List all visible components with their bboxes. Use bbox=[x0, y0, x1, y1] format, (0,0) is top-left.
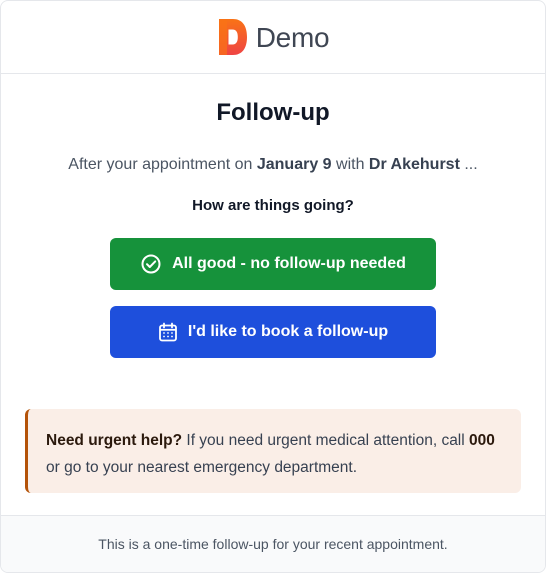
urgent-help-heading: Need urgent help? bbox=[46, 432, 183, 449]
follow-up-content: Follow-up After your appointment on Janu… bbox=[1, 98, 545, 358]
appointment-middle: with bbox=[331, 156, 369, 173]
urgent-help-text-before: If you need urgent medical attention, ca… bbox=[182, 432, 470, 449]
doctor-name: Dr Akehurst bbox=[368, 156, 460, 173]
appointment-date: January 9 bbox=[256, 156, 332, 173]
book-follow-up-button[interactable]: I'd like to book a follow-up bbox=[110, 306, 436, 358]
appointment-prefix: After your appointment on bbox=[68, 156, 257, 173]
demo-logo-icon bbox=[218, 19, 247, 55]
urgent-help-alert: Need urgent help? If you need urgent med… bbox=[25, 409, 521, 493]
check-circle-icon bbox=[141, 254, 161, 274]
page-title: Follow-up bbox=[216, 99, 330, 126]
all-good-button[interactable]: All good - no follow-up needed bbox=[110, 238, 436, 290]
appointment-summary: After your appointment on January 9 with… bbox=[25, 154, 521, 176]
app-header: Demo bbox=[1, 1, 545, 74]
status-question: How are things going? bbox=[192, 197, 354, 214]
follow-up-card: Demo Follow-up After your appointment on… bbox=[0, 0, 546, 573]
appointment-suffix: ... bbox=[459, 156, 478, 173]
emergency-number: 000 bbox=[469, 432, 495, 449]
calendar-icon bbox=[158, 322, 177, 341]
all-good-button-label: All good - no follow-up needed bbox=[172, 255, 406, 272]
footer-note: This is a one-time follow-up for your re… bbox=[1, 515, 545, 572]
urgent-help-text-after: or go to your nearest emergency departme… bbox=[46, 459, 358, 476]
book-follow-up-button-label: I'd like to book a follow-up bbox=[187, 323, 389, 340]
brand-name: Demo bbox=[255, 21, 330, 53]
